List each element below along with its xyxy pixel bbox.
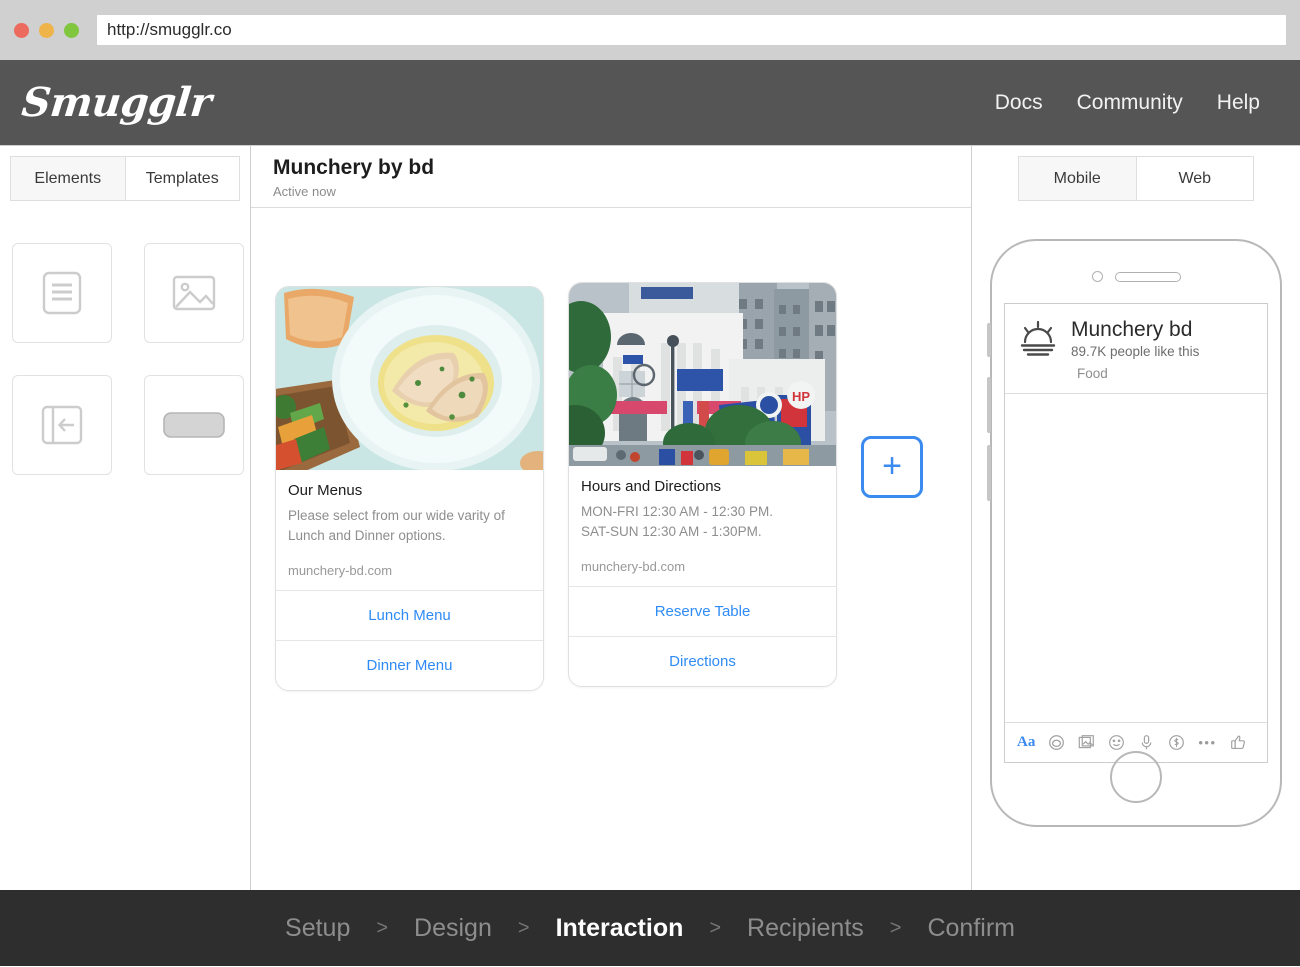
page-category: Food bbox=[1077, 366, 1108, 382]
tab-templates[interactable]: Templates bbox=[125, 156, 240, 201]
element-tile-button-block[interactable] bbox=[144, 375, 244, 475]
card-button-dinner-menu[interactable]: Dinner Menu bbox=[276, 640, 543, 691]
payment-dollar-icon[interactable] bbox=[1168, 734, 1185, 751]
card-button-reserve-table[interactable]: Reserve Table bbox=[569, 586, 836, 637]
card-body: Hours and Directions MON-FRI 12:30 AM - … bbox=[569, 466, 836, 586]
step-separator: > bbox=[709, 916, 722, 939]
phone-home-button[interactable] bbox=[1110, 751, 1162, 803]
page-name: Munchery bd bbox=[1071, 318, 1193, 341]
canvas-header: Munchery by bd Active now bbox=[251, 146, 971, 208]
tab-mobile[interactable]: Mobile bbox=[1018, 156, 1137, 201]
phone-screen: Munchery bd 89.7K people like this Food … bbox=[1004, 303, 1268, 763]
card-title: Our Menus bbox=[288, 482, 363, 499]
page-likes: 89.7K people like this bbox=[1071, 344, 1200, 360]
element-tile-slide-panel[interactable] bbox=[12, 375, 112, 475]
add-card-button[interactable]: + bbox=[861, 436, 923, 498]
wizard-steps: Setup > Design > Interaction > Recipient… bbox=[0, 890, 1300, 966]
microphone-icon[interactable] bbox=[1138, 734, 1155, 751]
left-sidebar: Elements Templates bbox=[0, 146, 251, 890]
nav-link-help[interactable]: Help bbox=[1217, 91, 1260, 115]
card-url: munchery-bd.com bbox=[288, 563, 393, 579]
step-separator: > bbox=[517, 916, 530, 939]
workspace: Elements Templates Munchery by bd Active… bbox=[0, 145, 1300, 890]
message-body bbox=[1005, 394, 1267, 722]
card-description: MON-FRI 12:30 AM - 12:30 PM. SAT-SUN 12:… bbox=[581, 504, 774, 539]
tab-web[interactable]: Web bbox=[1136, 156, 1254, 201]
button-block-icon bbox=[161, 405, 227, 445]
text-block-icon bbox=[34, 265, 90, 321]
url-text: http://smugglr.co bbox=[107, 20, 232, 39]
main-nav: Docs Community Help bbox=[995, 91, 1260, 115]
phone-speaker-row bbox=[992, 271, 1280, 282]
message-card[interactable]: Our Menus Please select from our wide va… bbox=[275, 286, 544, 692]
tab-elements[interactable]: Elements bbox=[10, 156, 126, 201]
element-tile-text-block[interactable] bbox=[12, 243, 112, 343]
camera-icon[interactable] bbox=[1048, 734, 1065, 751]
browser-chrome: http://smugglr.co bbox=[0, 0, 1300, 60]
more-options-icon[interactable]: ••• bbox=[1198, 735, 1216, 750]
sunrise-dome-icon bbox=[1017, 318, 1059, 365]
cards-carousel: Our Menus Please select from our wide va… bbox=[251, 208, 971, 890]
plus-icon: + bbox=[882, 446, 902, 485]
emoji-icon[interactable] bbox=[1108, 734, 1125, 751]
image-block-icon bbox=[166, 265, 222, 321]
window-controls bbox=[14, 22, 79, 38]
card-title: Hours and Directions bbox=[581, 478, 722, 495]
brand-logo[interactable]: Smugglr bbox=[20, 79, 214, 126]
front-camera-icon bbox=[1091, 271, 1103, 282]
photo-gallery-icon[interactable] bbox=[1078, 734, 1095, 751]
minimize-window-button[interactable] bbox=[39, 22, 54, 38]
phone-mockup: Munchery bd 89.7K people like this Food … bbox=[987, 239, 1282, 827]
earpiece-speaker bbox=[1114, 271, 1181, 282]
preview-panel: Mobile Web Munchery bd 89.7K people like… bbox=[971, 146, 1300, 890]
city-building-photo: HP bbox=[569, 283, 836, 466]
step-interaction[interactable]: Interaction bbox=[556, 914, 684, 943]
close-window-button[interactable] bbox=[14, 22, 29, 38]
status-text: Active now bbox=[273, 184, 336, 199]
page-title: Munchery by bd bbox=[273, 156, 435, 179]
app-header: Smugglr Docs Community Help bbox=[0, 60, 1300, 145]
nav-link-community[interactable]: Community bbox=[1077, 91, 1183, 115]
message-card[interactable]: HP Hours and Directions MON-FRI 12:30 AM… bbox=[568, 282, 837, 688]
phone-volume-down-button[interactable] bbox=[987, 445, 991, 501]
element-tile-image-block[interactable] bbox=[144, 243, 244, 343]
step-confirm[interactable]: Confirm bbox=[927, 914, 1015, 943]
card-body: Our Menus Please select from our wide va… bbox=[276, 470, 543, 590]
step-recipients[interactable]: Recipients bbox=[747, 914, 864, 943]
phone-mute-switch[interactable] bbox=[987, 323, 991, 357]
message-thread-header: Munchery bd 89.7K people like this Food bbox=[1005, 304, 1267, 395]
preview-tabs: Mobile Web bbox=[1018, 156, 1254, 201]
thumbs-up-icon[interactable] bbox=[1230, 734, 1247, 751]
phone-volume-up-button[interactable] bbox=[987, 377, 991, 433]
card-button-lunch-menu[interactable]: Lunch Menu bbox=[276, 590, 543, 641]
step-setup[interactable]: Setup bbox=[285, 914, 350, 943]
message-meta: Munchery bd 89.7K people like this Food bbox=[1071, 318, 1199, 381]
step-separator: > bbox=[376, 916, 389, 939]
maximize-window-button[interactable] bbox=[64, 22, 79, 38]
element-palette bbox=[10, 243, 244, 475]
step-design[interactable]: Design bbox=[414, 914, 492, 943]
slide-panel-icon bbox=[34, 397, 90, 453]
nav-link-docs[interactable]: Docs bbox=[995, 91, 1043, 115]
sidebar-tabs: Elements Templates bbox=[10, 156, 240, 201]
card-button-directions[interactable]: Directions bbox=[569, 636, 836, 687]
aa-text-icon[interactable]: Aa bbox=[1017, 734, 1035, 751]
card-url: munchery-bd.com bbox=[581, 559, 686, 575]
card-description: Please select from our wide varity of Lu… bbox=[288, 508, 505, 543]
food-plate-photo bbox=[276, 287, 543, 470]
canvas-panel: Munchery by bd Active now Our Menus Plea… bbox=[251, 146, 971, 890]
step-separator: > bbox=[889, 916, 902, 939]
svg-text:HP: HP bbox=[792, 389, 810, 404]
url-bar[interactable]: http://smugglr.co bbox=[97, 15, 1286, 45]
